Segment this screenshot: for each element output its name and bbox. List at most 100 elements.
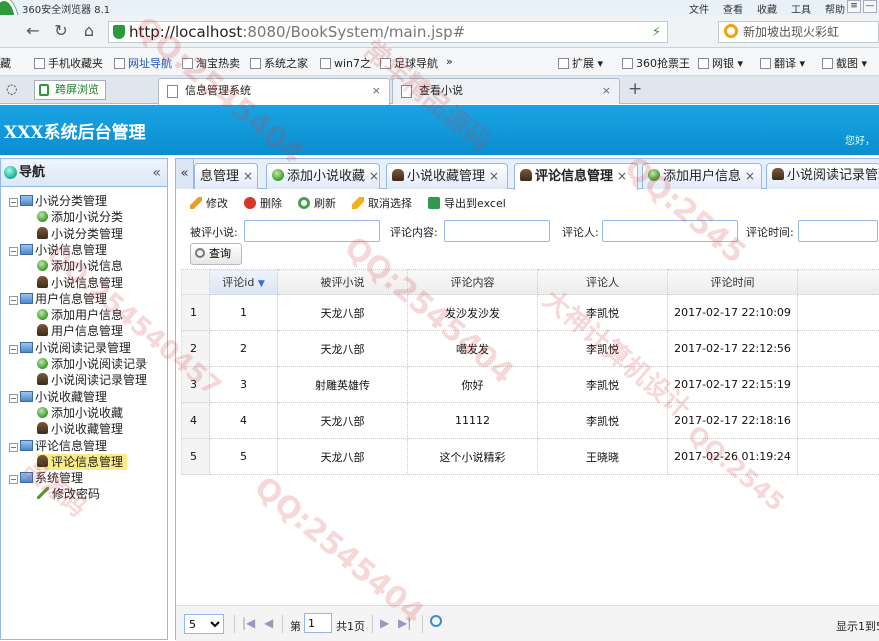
col-content[interactable]: 评论内容 [408,270,538,295]
search-input[interactable]: 新加坡出现火彩虹 [718,21,879,43]
collapse-button[interactable]: « [152,159,161,187]
table-row[interactable]: 11天龙八部发沙发沙发李凯悦2017-02-17 22:10:09 [182,295,879,331]
tabs-scroll-left-button[interactable]: « [176,159,194,189]
nav-item[interactable]: 添加小说收藏 [37,405,123,421]
new-tab-button[interactable]: + [628,79,642,99]
nav-item[interactable]: 添加小说阅读记录 [37,356,147,372]
fav-item[interactable]: 手机收藏夹 [34,55,103,71]
nav-item[interactable]: 小说阅读记录管理 [37,372,147,388]
flash-icon[interactable]: ⚡ [652,23,661,43]
next-page-icon[interactable]: ▶ [380,616,389,630]
nav-item[interactable]: 添加用户信息 [37,307,123,323]
tab-reading-record[interactable]: 小说阅读记录管理 [766,163,879,189]
fav-item[interactable]: 截图 ▾ [822,55,867,71]
collapse-toggle-icon[interactable]: − [9,394,18,403]
menu-file[interactable]: 文件 [689,1,709,16]
tab-info-manage[interactable]: 息管理× [194,163,258,189]
fav-item[interactable]: 360抢票王 [622,55,690,71]
user-icon [37,227,48,239]
nav-group[interactable]: −小说分类管理 [9,193,107,209]
time-filter-input[interactable] [798,220,878,242]
table-row[interactable]: 55天龙八部这个小说精彩王晓晓2017-02-26 01:19:24 [182,439,879,475]
nav-item[interactable]: 小说分类管理 [37,226,123,242]
fav-item[interactable]: 网址导航 [114,55,172,71]
menu-tools[interactable]: 工具 [791,1,811,16]
reload-icon[interactable]: ↻ [52,21,70,40]
minimize-icon[interactable]: — [863,0,877,13]
table-row[interactable]: 44天龙八部11112李凯悦2017-02-17 22:18:16 [182,403,879,439]
nav-item[interactable]: 添加小说分类 [37,209,123,225]
menu-help[interactable]: 帮助 [825,1,845,16]
collapse-toggle-icon[interactable]: − [9,296,18,305]
tab-favorite-manage[interactable]: 小说收藏管理× [386,163,508,189]
collapse-toggle-icon[interactable]: − [9,247,18,256]
home-icon[interactable]: ⌂ [80,21,98,40]
search-button[interactable]: 查询 [190,243,242,265]
fav-item[interactable]: 足球导航 [380,55,438,71]
cancel-select-button[interactable]: 取消选择 [352,195,412,211]
back-icon[interactable]: ← [24,21,42,40]
close-icon[interactable]: × [745,169,755,183]
pager-refresh-icon[interactable] [430,615,442,627]
menu-view[interactable]: 查看 [723,1,743,16]
tab-add-user[interactable]: 添加用户信息× [642,163,762,189]
fav-item[interactable]: 系统之家 [250,55,308,71]
nav-group[interactable]: −小说阅读记录管理 [9,340,131,356]
url-field[interactable]: http://localhost:8080/BookSystem/main.js… [108,21,668,43]
table-row[interactable]: 33射雕英雄传你好李凯悦2017-02-17 22:15:19 [182,367,879,403]
cross-screen-button[interactable]: 跨屏浏览 [34,80,106,100]
collapse-toggle-icon[interactable]: − [9,345,18,354]
nav-item[interactable]: 添加小说信息 [37,258,123,274]
nav-group[interactable]: −评论信息管理 [9,438,107,454]
tab-comment-manage[interactable]: 评论信息管理× [514,163,638,190]
refresh-button[interactable]: 刷新 [298,195,336,211]
collapse-toggle-icon[interactable]: − [9,443,18,452]
browser-tab-main[interactable]: 信息管理系统 × [158,78,390,105]
prev-page-icon[interactable]: ◀ [264,616,273,630]
table-row[interactable]: 22天龙八部噶发发李凯悦2017-02-17 22:12:56 [182,331,879,367]
close-icon[interactable]: × [372,79,381,103]
nav-group[interactable]: −用户信息管理 [9,291,107,307]
user-filter-input[interactable] [602,220,738,242]
fav-item[interactable]: 淘宝热卖 [182,55,240,71]
content-filter-input[interactable] [444,220,550,242]
nav-item[interactable]: 评论信息管理 [37,454,127,470]
edit-button[interactable]: 修改 [190,195,228,211]
fav-item[interactable]: 翻译 ▾ [760,55,805,71]
nav-group[interactable]: −小说信息管理 [9,242,107,258]
tab-add-favorite[interactable]: 添加小说收藏× [266,163,380,189]
collapse-toggle-icon[interactable]: − [9,198,18,207]
fav-more[interactable]: » [446,55,453,68]
col-user[interactable]: 评论人 [538,270,668,295]
fav-item[interactable]: 扩展 ▾ [558,55,603,71]
nav-item[interactable]: 用户信息管理 [37,323,123,339]
export-excel-button[interactable]: 导出到excel [428,195,506,211]
nav-item[interactable]: 小说收藏管理 [37,421,123,437]
col-comment-id[interactable]: 评论id ▼ [210,270,278,295]
col-novel[interactable]: 被评小说 [278,270,408,295]
nav-item[interactable]: 小说信息管理 [37,275,123,291]
menu-icon[interactable]: ≡ [847,0,861,13]
fav-item[interactable]: 网银 ▾ [698,55,743,71]
nav-group[interactable]: −小说收藏管理 [9,389,107,405]
delete-button[interactable]: 删除 [244,195,282,211]
close-icon[interactable]: × [369,169,379,183]
last-page-icon[interactable]: ▶| [398,616,411,630]
collapse-toggle-icon[interactable]: − [9,475,18,484]
page-number-input[interactable] [304,613,332,633]
close-icon[interactable]: × [489,169,499,183]
first-page-icon[interactable]: |◀ [242,616,255,630]
fav-item[interactable]: 藏 [0,55,11,71]
browser-tab-novel[interactable]: 查看小说 × [392,78,620,104]
novel-filter-input[interactable] [244,220,380,242]
close-icon[interactable]: × [617,169,627,183]
tab-refresh-icon[interactable]: ◌ [6,82,17,97]
fav-item[interactable]: win7之 [320,55,371,71]
close-icon[interactable]: × [243,169,253,183]
col-time[interactable]: 评论时间 [668,270,798,295]
menu-favorites[interactable]: 收藏 [757,1,777,16]
close-icon[interactable]: × [602,79,611,103]
nav-item[interactable]: 修改密码 [37,486,100,502]
page-size-select[interactable]: 5 [184,614,224,634]
nav-group[interactable]: −系统管理 [9,470,83,486]
